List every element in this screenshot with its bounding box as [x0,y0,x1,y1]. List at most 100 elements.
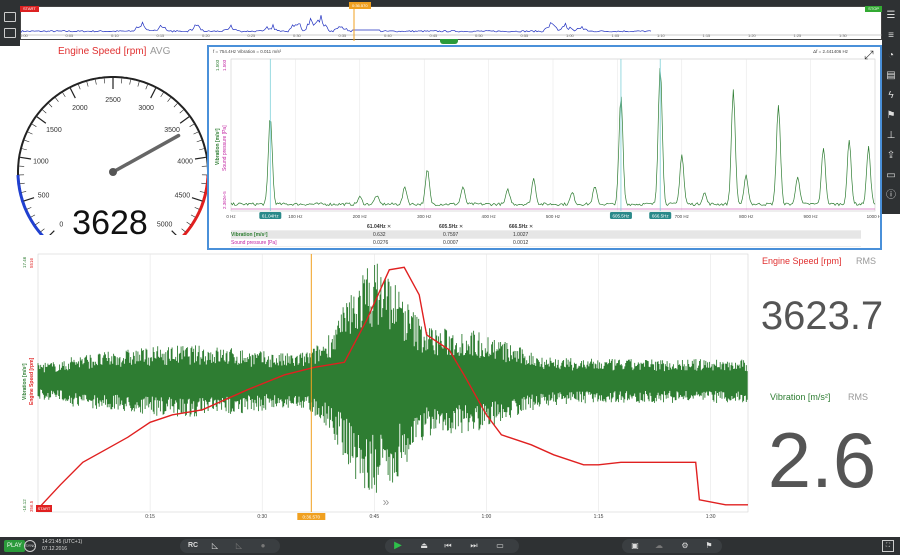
gauge-tick [26,207,32,210]
gauge-tick [27,131,33,135]
gauge-tick [95,79,97,85]
overview-marker-label[interactable]: 0:36.570 [349,2,371,9]
overview-tick-label: 1:05 [611,33,620,38]
menu-icon[interactable]: ☰ [885,10,897,22]
list-icon[interactable]: ≡ [885,30,897,42]
ruler-icon[interactable]: ◺ [206,539,224,553]
row-value: 0.632 [373,232,386,238]
table-row: Vibration [m/s²] 0.632 0.7597 1.0027 [231,231,861,239]
gauge-tick [24,139,30,143]
gauge-tick [21,191,27,193]
cursor-header-1[interactable]: 61.04Hz ✕ [367,223,391,231]
gauge-icon[interactable]: ◔ [885,50,897,62]
gauge-title: Engine Speed [rpm] [58,46,147,57]
expand-icon[interactable]: ⤢ [864,49,876,61]
engine-readout-title: Engine Speed [rpm] [762,256,842,266]
time-x-tick: 1:00 [482,514,492,520]
fullscreen-icon[interactable]: ⛶ [882,540,894,552]
print-icon[interactable] [4,28,16,38]
time-plot-area[interactable]: 0:15 0:30 0:45 1:00 1:15 1:30 Vibration [m/s²]… [0,250,752,535]
time-y-label-speed: Engine Speed [rpm] [29,357,35,405]
table-row: Sound pressure [Pa] 0.0276 0.0007 0.0012 [231,239,861,247]
spectrum-plot[interactable]: 0 Hz100 Hz200 Hz300 Hz400 Hz500 Hz600 Hz… [209,47,880,248]
spectrum-x-tick: 800 Hz [739,214,754,219]
overview-tick-label: 1:15 [702,33,711,38]
overview-tick-label: 1:30 [839,33,847,38]
skip-back-icon[interactable]: ⏮ [439,539,457,553]
settings-icon[interactable]: ⚙ [676,539,694,553]
gauge-tick [145,84,148,90]
spectrum-y-top-vib: 1.503 [215,59,220,71]
spectrum-x-tick: 400 Hz [481,214,496,219]
rc-button[interactable]: RC [184,539,202,553]
spectrum-panel[interactable]: 0 Hz100 Hz200 Hz300 Hz400 Hz500 Hz600 Hz… [207,45,882,250]
marker-flag-icon[interactable]: ⚑ [700,539,718,553]
ruler-alt-icon[interactable]: ◺ [230,539,248,553]
spectrum-x-tick: 700 Hz [675,214,690,219]
cursor-table: 61.04Hz ✕ 605.5Hz ✕ 666.5Hz ✕ Vibration … [231,223,861,247]
gauge-tick [193,131,199,135]
layers-icon[interactable] [4,12,16,22]
gauge-tick [21,148,27,151]
gauge-tick-label: 1000 [33,159,49,166]
left-toolbar [0,6,20,46]
vibration-readout-mode[interactable]: RMS [848,392,868,402]
time-start-label: START [38,506,51,511]
save-icon[interactable]: ▣ [626,539,644,553]
car-icon[interactable]: ▭ [885,170,897,182]
file-controls: ▣ ☁ ⚙ ⚑ [622,539,722,553]
gauge-tick-label: 2500 [105,97,121,104]
hierarchy-icon[interactable]: ⊥ [885,130,897,142]
overview-tick-label: 1:10 [657,33,665,38]
gauge-tick-label: 500 [38,193,50,200]
overview-trace [21,15,652,33]
record-icon[interactable]: ● [254,539,272,553]
cloud-icon[interactable]: ☁ [650,539,668,553]
time-x-tick: 0:15 [145,514,155,520]
gauge-tick [20,156,32,160]
time-x-tick: 1:30 [706,514,716,520]
overview-tick-label: 1:00 [566,33,574,38]
engine-readout-value: 3623.7 [760,294,884,338]
time-plot[interactable]: 0:15 0:30 0:45 1:00 1:15 1:30 Vibration [m/s²]… [0,250,752,535]
engine-readout-mode[interactable]: RMS [856,256,876,266]
eject-icon[interactable]: ⏏ [415,539,433,553]
spectrum-y-bottom: 2.362e-5 [222,191,227,209]
report-icon[interactable]: ▤ [885,70,897,82]
open-folder-icon[interactable]: ▭ [491,539,509,553]
gauge-hub [109,168,117,176]
analysis-controls: RC ◺ ◺ ● [180,539,280,553]
play-icon[interactable]: ▶ [389,539,407,553]
gauge-tick [179,109,184,114]
flash-icon[interactable]: ϟ [885,90,897,102]
overview-tick-label: 0:25 [247,33,256,38]
spectrum-x-tick: 200 Hz [353,214,368,219]
cursor-table-header: 61.04Hz ✕ 605.5Hz ✕ 666.5Hz ✕ [231,223,861,231]
gauge-tick [191,197,203,202]
flag-icon[interactable]: ⚑ [885,110,897,122]
play-mode-badge[interactable]: PLAY [4,540,25,552]
time-y-top-speed: 5516 [29,257,34,268]
gauge-high-zone [182,174,210,235]
gauge-tick-label: 3000 [138,105,154,112]
info-icon[interactable]: ⓘ [885,190,897,202]
gauge-tick [86,81,89,87]
spectrum-x-tick: 500 Hz [546,214,561,219]
overview-tick-label: 0:35 [338,33,347,38]
sync-icon[interactable]: SYNC [24,540,36,552]
overview-collapse-tab[interactable] [440,39,458,44]
overview-tick-label: 0:20 [202,33,210,38]
gauge-tick [137,81,140,87]
cursor-header-2[interactable]: 605.5Hz ✕ [439,223,463,231]
gauge-tick-label: 2000 [72,105,88,112]
export-icon[interactable]: ⇪ [885,150,897,162]
gauge-tick [194,156,206,160]
gauge-tick [19,182,25,185]
overview-tick-label: 0:30 [293,33,301,38]
spectrum-x-tick: 1000 Hz [867,214,880,219]
scroll-hint-icon: » [383,495,390,509]
overview-tick-label: 0:45 [429,33,438,38]
skip-forward-icon[interactable]: ⏭ [465,539,483,553]
cursor-header-3[interactable]: 666.5Hz ✕ [509,223,533,231]
gauge-mode[interactable]: AVG [150,46,170,57]
